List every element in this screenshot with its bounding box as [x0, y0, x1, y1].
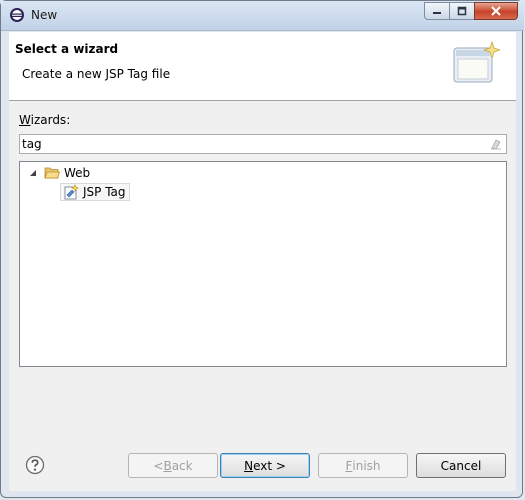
- wizard-header: Select a wizard Create a new JSP Tag fil…: [9, 32, 516, 101]
- dialog-content: Select a wizard Create a new JSP Tag fil…: [9, 32, 516, 491]
- back-button[interactable]: < Back: [128, 453, 218, 478]
- filter-input[interactable]: [22, 136, 482, 152]
- folder-open-icon: [44, 167, 60, 179]
- minimize-button[interactable]: [424, 2, 450, 20]
- maximize-icon: [457, 6, 467, 16]
- tree-item-web[interactable]: Web: [28, 164, 90, 182]
- wizard-filter[interactable]: [19, 134, 507, 154]
- maximize-button[interactable]: [449, 2, 475, 20]
- title-bar[interactable]: New: [1, 1, 524, 31]
- selection-highlight: JSP Tag: [60, 183, 130, 201]
- cancel-button[interactable]: Cancel: [416, 453, 506, 478]
- next-button[interactable]: Next >: [220, 453, 310, 478]
- jsp-tag-icon: [64, 184, 79, 200]
- expanded-arrow-icon[interactable]: [28, 168, 38, 178]
- page-title: Select a wizard: [15, 42, 119, 56]
- window-title: New: [31, 8, 58, 22]
- new-wizard-window: New Select a wizard Create a new JSP Tag…: [0, 0, 524, 498]
- help-icon[interactable]: [25, 455, 45, 475]
- new-wizard-banner-icon: [453, 40, 500, 83]
- tree-item-label: JSP Tag: [83, 185, 126, 199]
- minimize-icon: [433, 12, 441, 14]
- window-controls: [424, 2, 518, 20]
- wizards-label: Wizards:: [19, 113, 71, 127]
- tree-item-jsp-tag[interactable]: JSP Tag: [60, 183, 130, 201]
- close-icon: [491, 6, 501, 16]
- wizard-tree[interactable]: Web JSP Tag: [19, 161, 507, 367]
- eclipse-icon: [10, 8, 24, 22]
- page-description: Create a new JSP Tag file: [22, 67, 171, 81]
- tree-item-label: Web: [64, 166, 91, 180]
- finish-button[interactable]: Finish: [318, 453, 408, 478]
- clear-filter-icon[interactable]: [490, 138, 502, 150]
- close-button[interactable]: [474, 2, 518, 20]
